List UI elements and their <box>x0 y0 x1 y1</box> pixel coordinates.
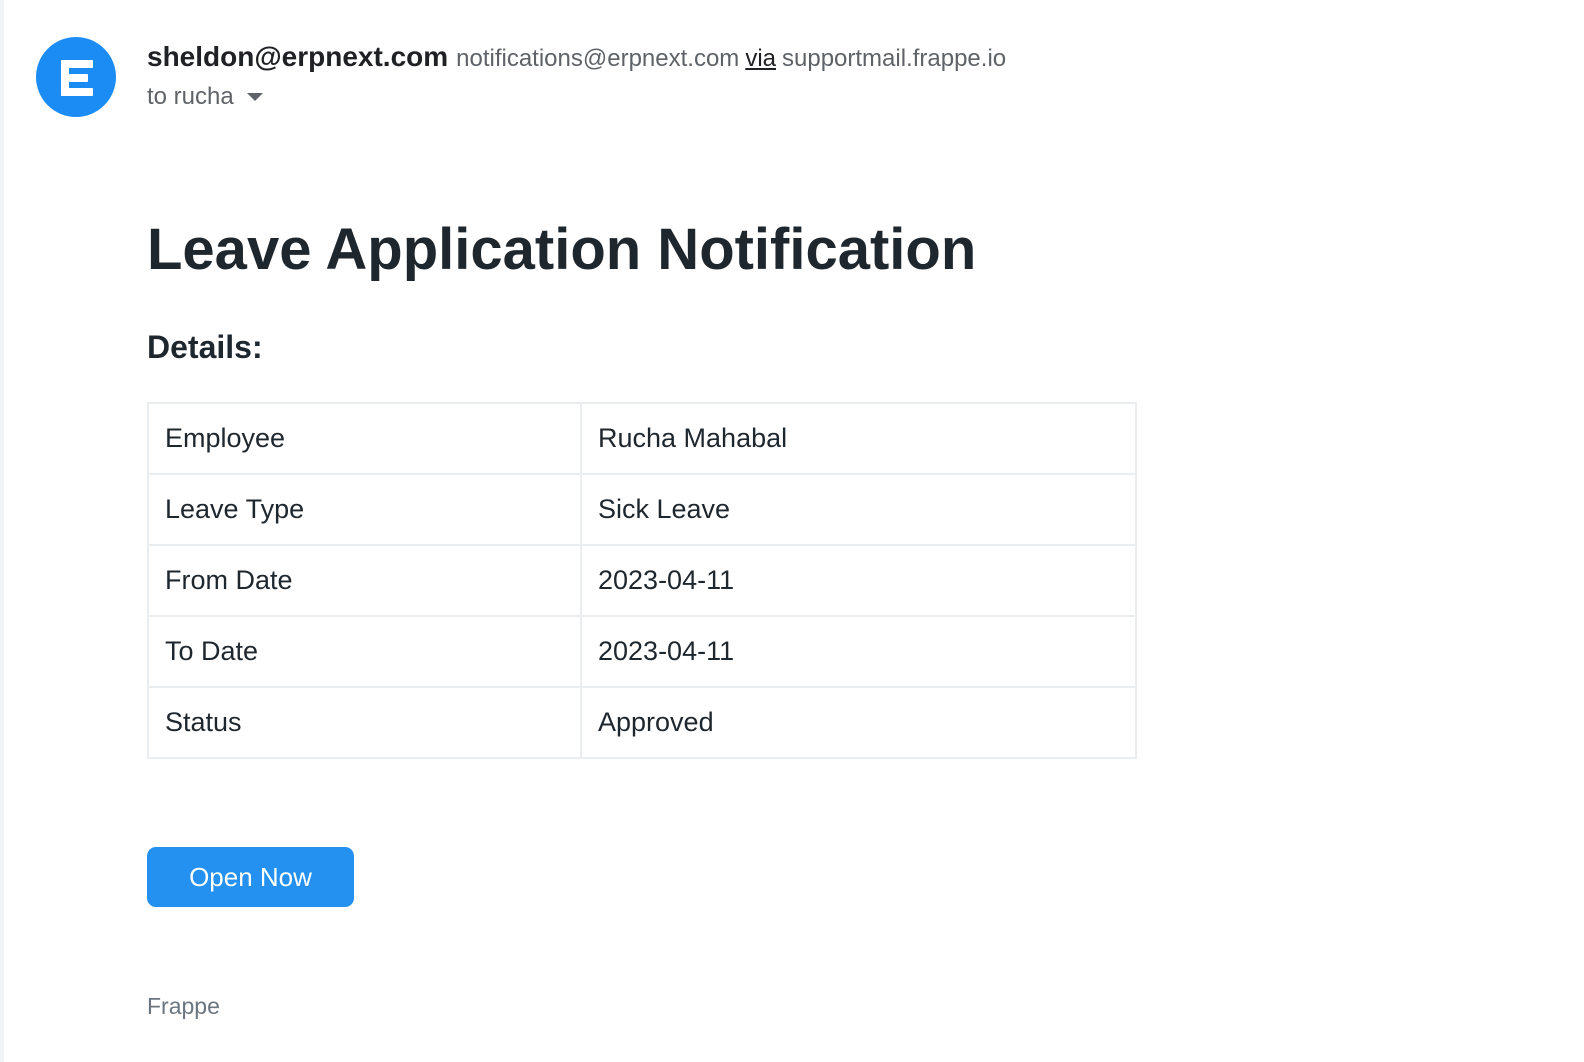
table-row: Employee Rucha Mahabal <box>147 402 1137 475</box>
relay-address: supportmail.frappe.io <box>782 45 1007 72</box>
left-divider <box>0 0 4 1062</box>
detail-value: Rucha Mahabal <box>580 402 1137 475</box>
email-title: Leave Application Notification <box>147 217 977 282</box>
caret-down-icon <box>246 93 263 101</box>
detail-value: 2023-04-11 <box>580 615 1137 688</box>
table-row: Status Approved <box>147 686 1137 759</box>
recipient-label: to rucha <box>147 83 234 110</box>
detail-value: Approved <box>580 686 1137 759</box>
table-row: From Date 2023-04-11 <box>147 544 1137 617</box>
detail-label: To Date <box>147 615 582 688</box>
email-view: sheldon@erpnext.com notifications@erpnext… <box>0 0 1584 1062</box>
table-row: To Date 2023-04-11 <box>147 615 1137 688</box>
detail-label: Status <box>147 686 582 759</box>
sender-name[interactable]: sheldon@erpnext.com <box>147 41 448 72</box>
detail-label: From Date <box>147 544 582 617</box>
sender-line: sheldon@erpnext.com notifications@erpnext… <box>147 38 1006 81</box>
erpnext-logo-icon <box>61 60 93 96</box>
sender-avatar[interactable] <box>36 37 116 117</box>
detail-label: Leave Type <box>147 473 582 546</box>
recipient-toggle[interactable]: to rucha <box>147 80 264 114</box>
details-heading: Details: <box>147 329 263 365</box>
table-row: Leave Type Sick Leave <box>147 473 1137 546</box>
detail-value: 2023-04-11 <box>580 544 1137 617</box>
sender-address: notifications@erpnext.com <box>456 45 740 72</box>
detail-label: Employee <box>147 402 582 475</box>
details-table: Employee Rucha Mahabal Leave Type Sick L… <box>147 402 1137 759</box>
detail-value: Sick Leave <box>580 473 1137 546</box>
footer-brand: Frappe <box>147 993 220 1019</box>
open-now-button[interactable]: Open Now <box>147 847 354 907</box>
via-link[interactable]: via <box>745 45 776 72</box>
